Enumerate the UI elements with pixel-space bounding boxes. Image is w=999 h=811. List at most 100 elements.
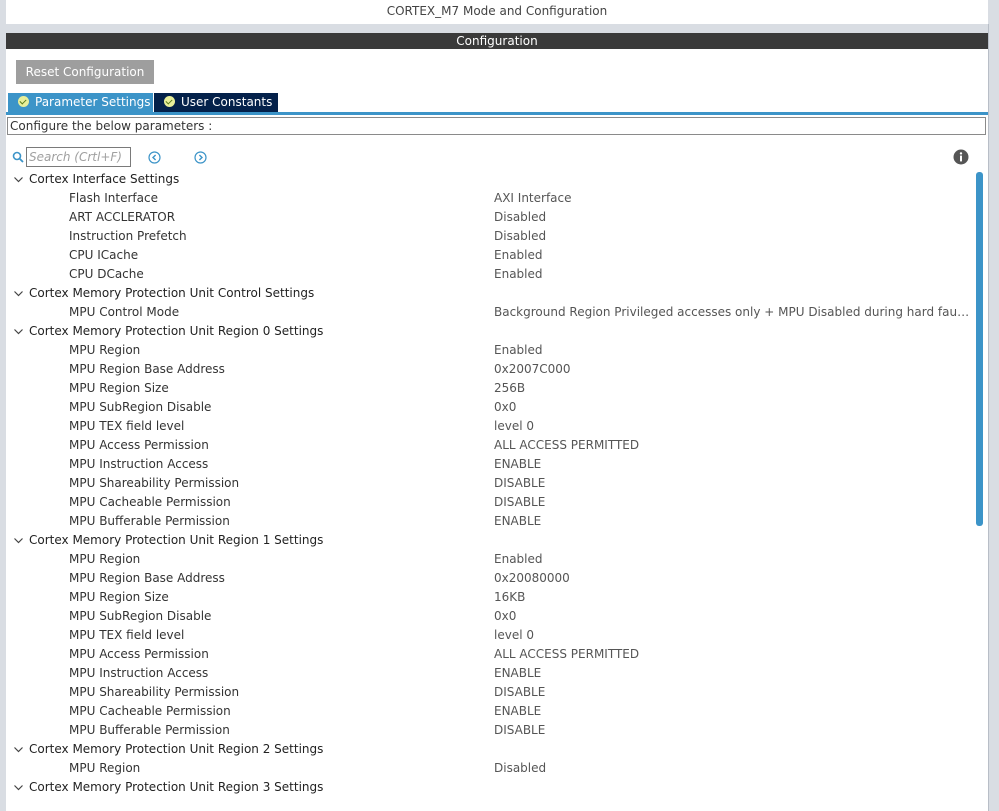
parameter-name: MPU Region Base Address xyxy=(69,571,225,585)
parameter-value[interactable]: DISABLE xyxy=(494,474,545,493)
parameter-value[interactable]: 256B xyxy=(494,379,525,398)
parameter-name: MPU Instruction Access xyxy=(69,457,209,471)
tab-parameter-settings[interactable]: Parameter Settings xyxy=(8,93,153,112)
parameter-value[interactable]: ALL ACCESS PERMITTED xyxy=(494,436,639,455)
parameter-value[interactable]: 0x20080000 xyxy=(494,569,570,588)
parameter-name: MPU Region Size xyxy=(69,381,169,395)
parameter-row[interactable]: MPU Region Enabled xyxy=(6,341,972,360)
parameter-value[interactable]: Background Region Privileged accesses on… xyxy=(494,303,972,322)
parameter-name: MPU TEX field level xyxy=(69,628,185,642)
chevron-down-icon[interactable] xyxy=(13,174,24,185)
parameter-name: MPU Bufferable Permission xyxy=(69,723,230,737)
parameter-value[interactable]: AXI Interface xyxy=(494,189,572,208)
group-row[interactable]: Cortex Memory Protection Unit Control Se… xyxy=(6,284,972,303)
parameter-row[interactable]: Instruction Prefetch Disabled xyxy=(6,227,972,246)
parameter-row[interactable]: MPU Bufferable Permission DISABLE xyxy=(6,721,972,740)
parameter-row[interactable]: MPU Bufferable Permission ENABLE xyxy=(6,512,972,531)
parameter-row[interactable]: MPU Cacheable Permission ENABLE xyxy=(6,702,972,721)
parameter-value[interactable]: level 0 xyxy=(494,417,534,436)
parameter-name: MPU SubRegion Disable xyxy=(69,609,212,623)
parameter-row[interactable]: CPU DCache Enabled xyxy=(6,265,972,284)
group-title: Cortex Interface Settings xyxy=(29,172,180,186)
parameter-value[interactable]: DISABLE xyxy=(494,721,545,740)
parameter-row[interactable]: MPU Region Base Address 0x2007C000 xyxy=(6,360,972,379)
parameter-name: MPU Region Base Address xyxy=(69,362,225,376)
chevron-down-icon[interactable] xyxy=(13,782,24,793)
parameter-value[interactable]: Disabled xyxy=(494,208,546,227)
parameter-row[interactable]: MPU Shareability Permission DISABLE xyxy=(6,683,972,702)
parameter-value[interactable]: Enabled xyxy=(494,265,543,284)
parameter-name: MPU Region xyxy=(69,343,141,357)
window-frame-right xyxy=(988,0,999,811)
parameter-value[interactable]: ENABLE xyxy=(494,664,541,683)
chevron-down-icon[interactable] xyxy=(13,744,24,755)
parameter-row[interactable]: MPU Region Size 256B xyxy=(6,379,972,398)
parameter-value[interactable]: level 0 xyxy=(494,626,534,645)
tab-label: User Constants xyxy=(181,95,273,109)
info-icon[interactable] xyxy=(953,149,969,165)
parameter-value[interactable]: ENABLE xyxy=(494,512,541,531)
group-row[interactable]: Cortex Memory Protection Unit Region 2 S… xyxy=(6,740,972,759)
parameter-row[interactable]: MPU Cacheable Permission DISABLE xyxy=(6,493,972,512)
search-icon[interactable] xyxy=(12,151,24,163)
parameter-row[interactable]: MPU SubRegion Disable 0x0 xyxy=(6,607,972,626)
parameter-row[interactable]: MPU Region Base Address 0x20080000 xyxy=(6,569,972,588)
group-title: Cortex Memory Protection Unit Region 2 S… xyxy=(29,742,324,756)
parameter-row[interactable]: MPU Region Disabled xyxy=(6,759,972,778)
tab-user-constants[interactable]: User Constants xyxy=(154,93,278,112)
parameter-row[interactable]: MPU SubRegion Disable 0x0 xyxy=(6,398,972,417)
scrollbar-thumb[interactable] xyxy=(976,172,983,526)
group-title: Cortex Memory Protection Unit Region 1 S… xyxy=(29,533,324,547)
parameter-value[interactable]: 0x2007C000 xyxy=(494,360,571,379)
group-title: Cortex Memory Protection Unit Region 0 S… xyxy=(29,324,324,338)
parameter-value[interactable]: DISABLE xyxy=(494,493,545,512)
mode-config-title: CORTEX_M7 Mode and Configuration xyxy=(6,0,988,24)
parameter-value[interactable]: 0x0 xyxy=(494,607,516,626)
chevron-right-circle-icon[interactable] xyxy=(194,151,207,164)
parameter-value[interactable]: ENABLE xyxy=(494,702,541,721)
parameter-row[interactable]: MPU Region Enabled xyxy=(6,550,972,569)
group-row[interactable]: Cortex Memory Protection Unit Region 0 S… xyxy=(6,322,972,341)
reset-configuration-button[interactable]: Reset Configuration xyxy=(16,60,154,84)
parameter-name: MPU TEX field level xyxy=(69,419,185,433)
parameter-row[interactable]: MPU Region Size 16KB xyxy=(6,588,972,607)
group-row[interactable]: Cortex Memory Protection Unit Region 3 S… xyxy=(6,778,972,797)
parameter-value[interactable]: Disabled xyxy=(494,759,546,778)
parameter-name: MPU Bufferable Permission xyxy=(69,514,230,528)
parameter-row[interactable]: MPU Access Permission ALL ACCESS PERMITTE… xyxy=(6,436,972,455)
chevron-down-icon[interactable] xyxy=(13,326,24,337)
configuration-header: Configuration xyxy=(6,33,988,49)
chevron-left-circle-icon[interactable] xyxy=(148,151,161,164)
check-circle-icon xyxy=(18,96,29,107)
parameter-value[interactable]: Enabled xyxy=(494,246,543,265)
chevron-down-icon[interactable] xyxy=(13,288,24,299)
parameter-row[interactable]: MPU Shareability Permission DISABLE xyxy=(6,474,972,493)
parameter-name: MPU Shareability Permission xyxy=(69,476,240,490)
title-separator xyxy=(6,24,988,33)
tab-underline xyxy=(6,112,988,115)
parameter-name: CPU ICache xyxy=(69,248,139,262)
search-input[interactable] xyxy=(26,147,131,167)
parameter-row[interactable]: MPU Control Mode Background Region Privil… xyxy=(6,303,972,322)
parameter-row[interactable]: ART ACCLERATOR Disabled xyxy=(6,208,972,227)
parameter-row[interactable]: MPU TEX field level level 0 xyxy=(6,417,972,436)
parameter-name: MPU Cacheable Permission xyxy=(69,495,231,509)
parameter-row[interactable]: MPU Instruction Access ENABLE xyxy=(6,664,972,683)
parameter-value[interactable]: Enabled xyxy=(494,341,543,360)
parameter-value[interactable]: 0x0 xyxy=(494,398,516,417)
window-frame-divider xyxy=(988,24,989,811)
parameter-value[interactable]: 16KB xyxy=(494,588,525,607)
parameter-value[interactable]: ENABLE xyxy=(494,455,541,474)
parameter-value[interactable]: Disabled xyxy=(494,227,546,246)
parameter-row[interactable]: CPU ICache Enabled xyxy=(6,246,972,265)
parameter-row[interactable]: Flash Interface AXI Interface xyxy=(6,189,972,208)
group-row[interactable]: Cortex Interface Settings xyxy=(6,170,972,189)
parameter-row[interactable]: MPU Instruction Access ENABLE xyxy=(6,455,972,474)
parameter-row[interactable]: MPU TEX field level level 0 xyxy=(6,626,972,645)
parameter-value[interactable]: DISABLE xyxy=(494,683,545,702)
parameter-row[interactable]: MPU Access Permission ALL ACCESS PERMITTE… xyxy=(6,645,972,664)
group-row[interactable]: Cortex Memory Protection Unit Region 1 S… xyxy=(6,531,972,550)
chevron-down-icon[interactable] xyxy=(13,535,24,546)
parameter-value[interactable]: ALL ACCESS PERMITTED xyxy=(494,645,639,664)
parameter-value[interactable]: Enabled xyxy=(494,550,543,569)
